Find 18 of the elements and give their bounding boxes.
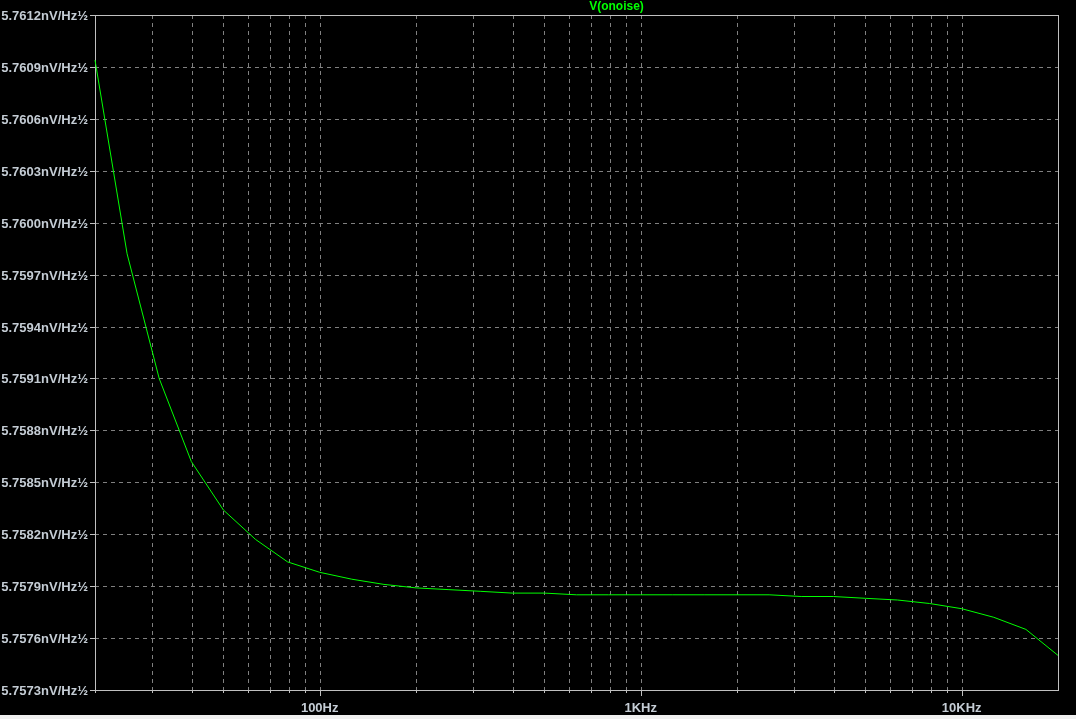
x-axis-label: 10KHz — [941, 700, 982, 715]
y-axis-label: 5.7573nV/Hz½ — [1, 683, 88, 698]
y-axis-label: 5.7591nV/Hz½ — [1, 371, 88, 387]
y-axis-label: 5.7609nV/Hz½ — [1, 59, 88, 75]
y-axis-label: 5.7597nV/Hz½ — [1, 267, 88, 283]
y-axis-label: 5.7582nV/Hz½ — [1, 527, 88, 543]
y-axis-label: 5.7588nV/Hz½ — [1, 423, 88, 439]
x-axis-label: 100Hz — [300, 700, 339, 715]
y-axis-label: 5.7603nV/Hz½ — [1, 163, 88, 179]
y-axis-label: 5.7585nV/Hz½ — [1, 475, 88, 491]
y-axis-label: 5.7579nV/Hz½ — [1, 579, 88, 595]
y-axis-label: 5.7576nV/Hz½ — [1, 631, 88, 647]
y-axis-label: 5.7594nV/Hz½ — [1, 319, 88, 335]
x-axis-label: 1KHz — [624, 700, 657, 715]
y-axis-label: 5.7600nV/Hz½ — [1, 215, 88, 231]
y-axis-label: 5.7606nV/Hz½ — [1, 111, 88, 127]
chart-title: V(onoise) — [589, 0, 644, 13]
y-axis-label: 5.7612nV/Hz½ — [1, 8, 88, 23]
